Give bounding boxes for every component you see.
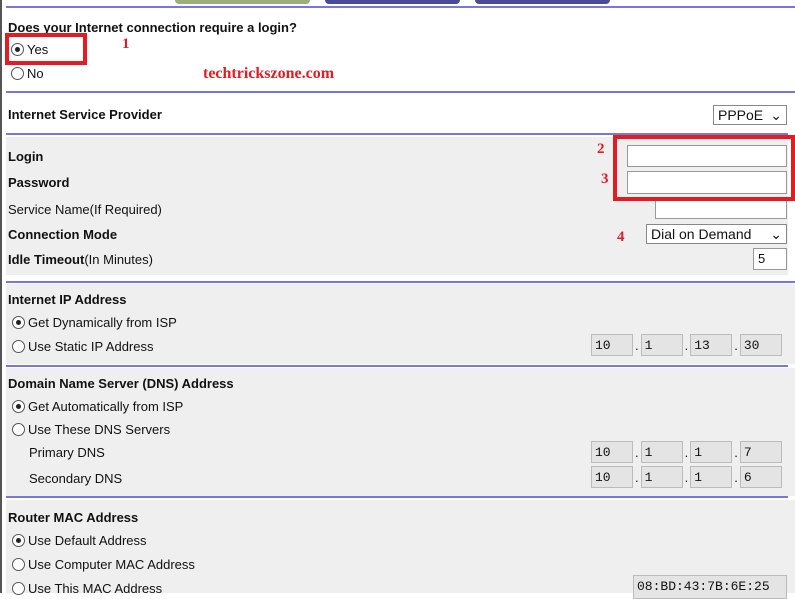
password-label: Password: [8, 175, 70, 190]
connection-mode-select[interactable]: Dial on Demand ⌄: [646, 224, 787, 244]
radio-icon: [12, 534, 25, 547]
radio-mac-computer[interactable]: Use Computer MAC Address: [12, 557, 195, 572]
secondary-dns-fields: 10. 1. 1. 6: [591, 466, 782, 488]
service-name-input[interactable]: [655, 199, 787, 219]
connection-mode-value: Dial on Demand: [651, 226, 752, 242]
radio-label: Use These DNS Servers: [28, 422, 171, 437]
dns-octet-input[interactable]: 1: [640, 441, 683, 463]
radio-icon: [12, 340, 25, 353]
ip-octet-input[interactable]: 10: [591, 334, 633, 356]
dns-octet-input[interactable]: 10: [591, 441, 633, 463]
ip-octet-input[interactable]: 1: [640, 334, 683, 356]
annotation-2: 2: [597, 141, 605, 157]
dns-octet-input[interactable]: 1: [690, 441, 733, 463]
internet-ip-title: Internet IP Address: [8, 292, 127, 307]
radio-dns-auto[interactable]: Get Automatically from ISP: [12, 399, 183, 414]
isp-label: Internet Service Provider: [8, 107, 162, 122]
idle-label-unit: (In Minutes): [84, 252, 153, 267]
secondary-dns-label: Secondary DNS: [29, 471, 123, 486]
divider: [6, 496, 788, 498]
radio-label: Get Automatically from ISP: [28, 399, 184, 414]
radio-ip-dynamic[interactable]: Get Dynamically from ISP: [12, 315, 177, 330]
tab[interactable]: [475, 0, 610, 4]
isp-value: PPPoE: [718, 107, 764, 123]
radio-dns-manual[interactable]: Use These DNS Servers: [12, 422, 170, 437]
annotation-4: 4: [617, 229, 625, 245]
dns-octet-input[interactable]: 7: [739, 441, 782, 463]
radio-icon: [12, 423, 25, 436]
radio-icon: [11, 67, 24, 80]
divider: [6, 365, 788, 367]
annotation-box-2-3: [613, 135, 795, 201]
radio-label: Get Dynamically from ISP: [28, 315, 177, 330]
radio-mac-default[interactable]: Use Default Address: [12, 533, 147, 548]
dns-title: Domain Name Server (DNS) Address: [8, 376, 234, 391]
radio-label: Use Static IP Address: [28, 339, 154, 354]
radio-label: Use This MAC Address: [28, 581, 163, 596]
radio-icon: [12, 582, 25, 595]
radio-icon: [12, 400, 25, 413]
isp-select[interactable]: PPPoE ⌄: [713, 105, 787, 125]
chevron-down-icon: ⌄: [770, 106, 782, 123]
service-name-label: Service Name(If Required): [8, 202, 162, 217]
left-border: [0, 0, 2, 593]
annotation-1: 1: [122, 36, 130, 52]
divider: [6, 281, 795, 283]
static-ip-fields: 10. 1. 13. 30: [591, 334, 782, 356]
mac-title: Router MAC Address: [8, 510, 139, 525]
radio-label: Use Default Address: [28, 533, 147, 548]
ip-octet-input[interactable]: 13: [690, 334, 733, 356]
tab[interactable]: [325, 0, 460, 4]
tab[interactable]: [175, 0, 310, 4]
dns-octet-input[interactable]: 1: [690, 466, 733, 488]
dns-octet-input[interactable]: 10: [591, 466, 633, 488]
radio-login-no[interactable]: No: [11, 66, 44, 81]
connection-mode-label: Connection Mode: [8, 227, 118, 242]
idle-timeout-input[interactable]: 5: [753, 248, 787, 270]
watermark: techtrickszone.com: [203, 65, 335, 82]
radio-icon: [12, 316, 25, 329]
radio-icon: [12, 558, 25, 571]
primary-dns-fields: 10. 1. 1. 7: [591, 441, 782, 463]
radio-label: Use Computer MAC Address: [28, 557, 195, 572]
radio-mac-custom[interactable]: Use This MAC Address: [12, 581, 162, 596]
dns-octet-input[interactable]: 6: [739, 466, 782, 488]
idle-timeout-label: Idle Timeout(In Minutes): [8, 252, 153, 267]
idle-label-bold: Idle Timeout: [8, 252, 85, 267]
annotation-3: 3: [601, 171, 609, 187]
divider: [6, 91, 795, 93]
dns-octet-input[interactable]: 1: [640, 466, 683, 488]
mac-address-input[interactable]: 08:BD:43:7B:6E:25: [633, 575, 787, 599]
radio-ip-static[interactable]: Use Static IP Address: [12, 339, 154, 354]
annotation-box-1: [5, 33, 87, 65]
ip-octet-input[interactable]: 30: [739, 334, 782, 356]
primary-dns-label: Primary DNS: [29, 445, 105, 460]
chevron-down-icon: ⌄: [770, 225, 782, 242]
divider: [6, 6, 795, 8]
login-label: Login: [8, 149, 44, 164]
radio-label: No: [27, 66, 44, 81]
